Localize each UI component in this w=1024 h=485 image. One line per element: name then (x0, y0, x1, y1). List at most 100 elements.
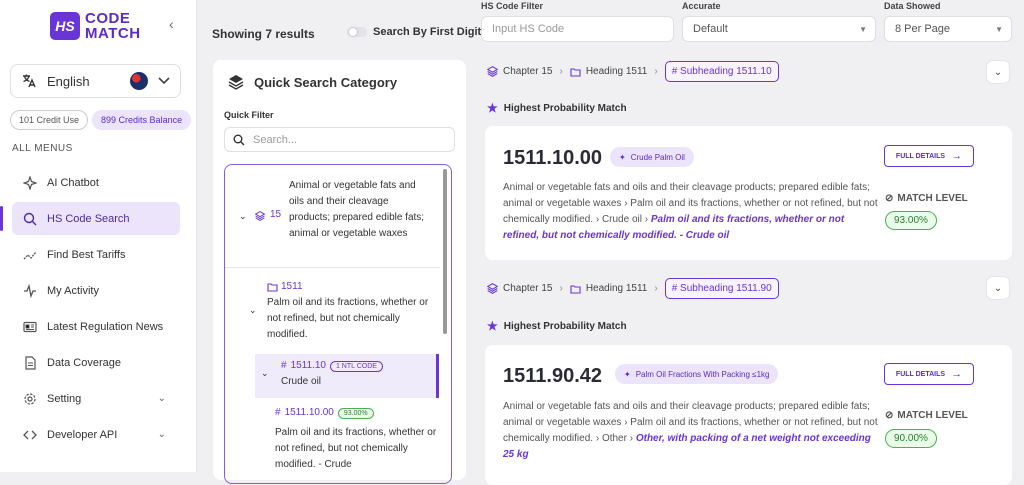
sparkle-icon (21, 174, 39, 192)
chevron-down-icon: ▼ (995, 24, 1003, 34)
sidebar-item-label: HS Code Search (47, 212, 130, 225)
chevron-right-icon: › (559, 283, 563, 294)
translate-icon (21, 73, 37, 89)
chevron-down-icon: ⌄ (993, 282, 1003, 294)
first-digit-toggle[interactable] (347, 27, 367, 37)
chevron-down-icon: ⌄ (157, 429, 166, 440)
results-count: Showing 7 results (212, 27, 315, 41)
sidebar-item-label: Latest Regulation News (47, 320, 164, 333)
chevron-down-icon: ⌄ (239, 211, 247, 221)
layers-icon (487, 283, 498, 294)
chevron-down-icon: ⌄ (261, 368, 269, 378)
credit-used-badge: 101 Credit Use (10, 110, 89, 130)
full-details-button[interactable]: FULL DETAILS → (884, 145, 974, 167)
layers-icon (487, 66, 498, 77)
search-placeholder: Search... (253, 133, 298, 146)
chevron-right-icon: › (559, 66, 563, 77)
sparkle-icon: ✦ (619, 152, 626, 162)
hash-icon: # (275, 407, 281, 418)
chevron-down-icon: ⌄ (157, 393, 166, 404)
match-level-value: 93.00% (885, 211, 937, 230)
result-card: 1511.90.42 ✦ Palm Oil Fractions With Pac… (485, 345, 1012, 485)
logo-badge: HS (50, 12, 80, 40)
sidebar-item-ai-chatbot[interactable]: AI Chatbot (12, 166, 180, 199)
expand-button[interactable]: ⌄ (987, 277, 1009, 299)
tree-node-1511-10-00[interactable]: # 1511.10.00 93.00% Palm oil and its fra… (275, 405, 440, 473)
quick-search-header: Quick Search Category (228, 74, 397, 90)
sidebar-item-data-coverage[interactable]: Data Coverage (12, 346, 180, 379)
expand-button[interactable]: ⌄ (987, 61, 1009, 83)
folder-icon (267, 282, 278, 292)
sidebar-menu: AI Chatbot HS Code Search Find Best Tari… (0, 166, 180, 454)
ntl-code-badge: 1 NTL CODE (329, 360, 383, 372)
logo-line-2: MATCH (85, 25, 141, 42)
first-digit-label: Search By First Digit (373, 26, 482, 38)
tree-code: 1511.10.00 (284, 407, 334, 418)
full-details-button[interactable]: FULL DETAILS → (884, 363, 974, 385)
language-selector[interactable]: English (10, 64, 181, 98)
sparkle-icon: ✦ (624, 369, 631, 379)
tree-code-row: # 1511.10 1 NTL CODE (281, 358, 383, 374)
accurate-value: Default (693, 23, 728, 35)
sidebar-item-latest-regulation-news[interactable]: Latest Regulation News (12, 310, 180, 343)
quick-filter-label: Quick Filter (224, 110, 274, 120)
sidebar-item-developer-api[interactable]: Developer API ⌄ (12, 418, 180, 451)
collapse-sidebar-icon[interactable]: ‹ (169, 16, 174, 32)
breadcrumb: Chapter 15 › Heading 1511 › # Subheading… (487, 278, 779, 299)
breadcrumb-chapter[interactable]: Chapter 15 (503, 283, 552, 294)
breadcrumb-subheading[interactable]: # Subheading 1511.90 (664, 278, 779, 299)
breadcrumb-heading[interactable]: Heading 1511 (586, 66, 648, 77)
match-level-label: ⊘ MATCH LEVEL (885, 410, 968, 421)
accurate-label: Accurate (682, 1, 721, 11)
match-level-text: MATCH LEVEL (897, 193, 968, 204)
folder-icon (570, 67, 581, 77)
credit-balance-badge: 899 Credits Balance (92, 110, 192, 130)
sidebar-item-hs-code-search[interactable]: HS Code Search (0, 202, 180, 235)
hpm-text: Highest Probability Match (503, 320, 627, 332)
logo-line-1: CODE (85, 10, 131, 27)
tree-node-chapter-15[interactable]: ⌄ 15 Animal or vegetable fats and oils a… (225, 165, 440, 268)
chevron-down-icon: ▼ (859, 24, 867, 34)
scrollbar[interactable] (443, 169, 447, 334)
hs-code-input[interactable]: Input HS Code (481, 16, 674, 42)
result-card: 1511.10.00 ✦ Crude Palm Oil FULL DETAILS… (485, 126, 1012, 260)
trend-icon (21, 246, 39, 264)
full-details-label: FULL DETAILS (895, 370, 946, 378)
breadcrumb-chapter[interactable]: Chapter 15 (503, 66, 552, 77)
desc-sub: Crude oil (601, 214, 642, 225)
search-icon (21, 210, 39, 228)
data-showed-select[interactable]: 8 Per Page ▼ (884, 16, 1012, 42)
quick-filter-search-input[interactable]: Search... (224, 127, 455, 152)
sidebar-item-find-best-tariffs[interactable]: Find Best Tariffs (12, 238, 180, 271)
chevron-down-icon: ⌄ (249, 305, 257, 315)
sidebar: HS CODE MATCH ‹ English 101 Credit Use 8… (0, 0, 197, 472)
sidebar-item-label: Setting (47, 392, 82, 405)
sidebar-item-label: Developer API (47, 428, 118, 441)
product-tag-text: Crude Palm Oil (630, 152, 685, 162)
folder-icon (570, 284, 581, 294)
match-level-label: ⊘ MATCH LEVEL (885, 193, 968, 204)
hierarchy-description: Animal or vegetable fats and oils and th… (503, 399, 878, 463)
tree-node-subheading-1511-10[interactable]: ⌄ # 1511.10 1 NTL CODE Crude oil (255, 354, 439, 398)
hierarchy-description: Animal or vegetable fats and oils and th… (503, 180, 878, 244)
tree-text: Crude oil (281, 376, 322, 387)
credits: 101 Credit Use 899 Credits Balance (10, 110, 192, 130)
language-label: English (47, 73, 90, 89)
breadcrumb-heading[interactable]: Heading 1511 (586, 283, 648, 294)
star-icon: ★ (487, 319, 498, 333)
sidebar-item-setting[interactable]: Setting ⌄ (12, 382, 180, 415)
accurate-select[interactable]: Default ▼ (682, 16, 876, 42)
breadcrumb-subheading[interactable]: # Subheading 1511.10 (664, 61, 779, 82)
sidebar-item-label: Data Coverage (47, 356, 121, 369)
logo[interactable]: HS CODE MATCH (50, 11, 141, 41)
desc-sub: Other (601, 433, 627, 444)
chevron-right-icon: › (654, 283, 658, 294)
chevron-down-icon: ⌄ (993, 66, 1003, 78)
sidebar-item-label: AI Chatbot (47, 176, 99, 189)
sidebar-item-my-activity[interactable]: My Activity (12, 274, 180, 307)
hs-code: 1511.10.00 (503, 147, 602, 169)
category-tree: ⌄ 15 Animal or vegetable fats and oils a… (224, 164, 452, 484)
activity-icon (21, 282, 39, 300)
sidebar-item-label: Find Best Tariffs (47, 248, 126, 261)
full-details-label: FULL DETAILS (895, 152, 946, 160)
